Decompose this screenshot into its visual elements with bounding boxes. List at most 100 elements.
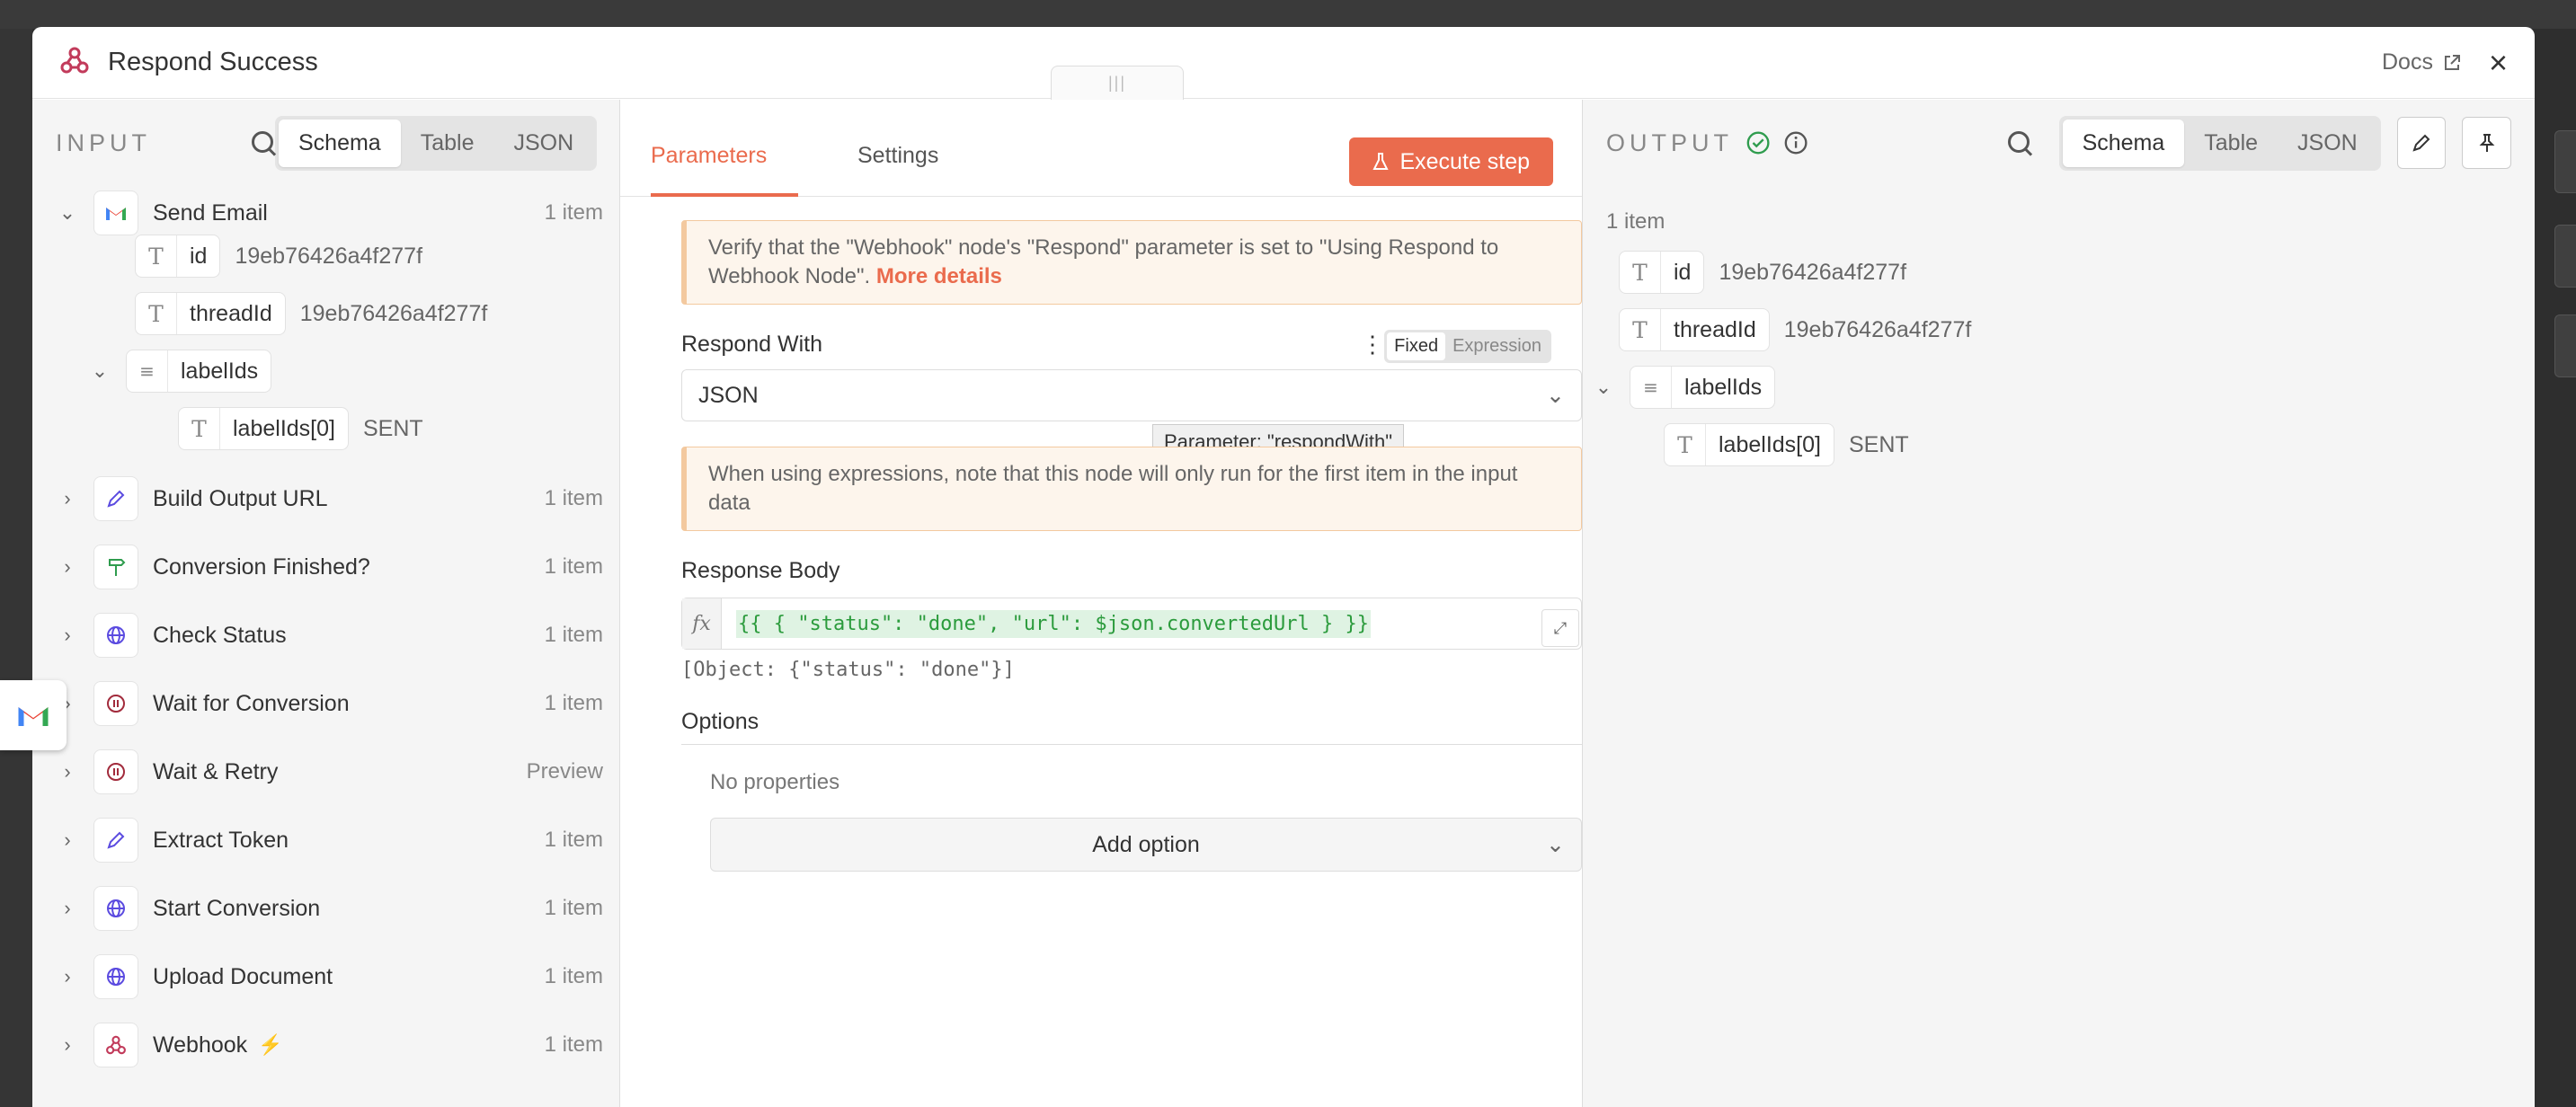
- field-pill[interactable]: TlabelIds[0]: [178, 407, 349, 450]
- chevron-right-icon[interactable]: ›: [56, 897, 79, 920]
- input-node-wait-for-conversion[interactable]: › Wait for Conversion 1 item: [32, 677, 619, 731]
- input-node-check-status[interactable]: › Check Status 1 item: [32, 608, 619, 662]
- output-field-labelids: ⌄ ≡ labelIds: [1592, 366, 1776, 409]
- search-icon[interactable]: [2006, 129, 2031, 156]
- input-node-send-email[interactable]: ⌄ Send Email 1 item: [32, 186, 619, 240]
- output-item-count: 1 item: [1606, 209, 1666, 234]
- more-options-icon[interactable]: ⋮: [1361, 331, 1384, 359]
- list-type-icon: ≡: [1630, 367, 1672, 408]
- output-tab-json[interactable]: JSON: [2278, 120, 2377, 167]
- mode-expression[interactable]: Expression: [1445, 332, 1549, 360]
- field-pill[interactable]: TthreadId: [1619, 308, 1770, 351]
- chevron-right-icon[interactable]: ›: [56, 760, 79, 784]
- chevron-right-icon[interactable]: ›: [56, 624, 79, 647]
- input-node-start-conversion[interactable]: › Start Conversion 1 item: [32, 881, 619, 935]
- response-body-expression-input[interactable]: fx {{ { "status": "done", "url": $json.c…: [681, 598, 1582, 650]
- chevron-down-icon: ⌄: [1546, 383, 1565, 408]
- field-pill[interactable]: TthreadId: [135, 292, 286, 335]
- more-details-link[interactable]: More details: [876, 264, 1002, 288]
- docs-link[interactable]: Docs: [2382, 49, 2462, 75]
- input-node-upload-document[interactable]: › Upload Document 1 item: [32, 950, 619, 1004]
- chevron-right-icon[interactable]: ›: [56, 487, 79, 510]
- output-field-id: Tid 19eb76426a4f277f: [1619, 251, 1906, 294]
- input-tab-schema[interactable]: Schema: [279, 119, 401, 167]
- docs-label: Docs: [2382, 49, 2433, 75]
- globe-icon: [93, 954, 138, 999]
- tab-settings[interactable]: Settings: [857, 143, 938, 169]
- output-tab-schema[interactable]: Schema: [2062, 119, 2185, 167]
- background-panel-tab: [2554, 314, 2576, 377]
- expand-editor-icon[interactable]: ⤢: [1541, 609, 1579, 647]
- respond-with-select[interactable]: JSON ⌄: [681, 369, 1582, 421]
- field-value: 19eb76426a4f277f: [1719, 259, 1907, 285]
- respond-with-label: Respond With: [681, 332, 823, 357]
- trigger-bolt-icon: ⚡: [258, 1033, 283, 1056]
- node-name: Send Email: [153, 199, 268, 226]
- edit-output-button[interactable]: [2396, 117, 2447, 169]
- text-type-icon: T: [1620, 252, 1661, 293]
- chevron-right-icon[interactable]: ›: [56, 965, 79, 988]
- chevron-down-icon[interactable]: ⌄: [56, 201, 79, 225]
- pin-icon: [2479, 134, 2495, 152]
- field-pill[interactable]: ≡ labelIds: [126, 350, 272, 393]
- chevron-down-icon[interactable]: ⌄: [88, 359, 111, 383]
- input-node-wait-and-retry[interactable]: › Wait & Retry Preview: [32, 745, 619, 799]
- current-node-badge[interactable]: [0, 680, 67, 750]
- node-name: Webhook: [153, 1032, 248, 1058]
- field-value: 19eb76426a4f277f: [299, 300, 488, 326]
- chevron-right-icon[interactable]: ›: [56, 555, 79, 579]
- mode-fixed[interactable]: Fixed: [1387, 332, 1446, 360]
- node-item-count: 1 item: [544, 828, 603, 852]
- pin-output-button[interactable]: [2462, 117, 2511, 169]
- expression-note-callout: When using expressions, note that this n…: [681, 447, 1582, 531]
- field-pill[interactable]: Tid: [135, 235, 221, 278]
- background-topbar: [0, 0, 2576, 29]
- output-field-threadid: TthreadId 19eb76426a4f277f: [1619, 308, 1971, 351]
- list-type-icon: ≡: [127, 350, 168, 392]
- execute-step-button[interactable]: Execute step: [1349, 137, 1553, 186]
- node-name: Wait for Conversion: [153, 690, 350, 716]
- background-panel-tab: [2554, 225, 2576, 288]
- pencil-icon: [93, 476, 138, 521]
- chevron-down-icon: ⌄: [1546, 832, 1565, 857]
- node-item-count: 1 item: [544, 486, 603, 510]
- pencil-icon: [2412, 134, 2430, 152]
- input-tab-json[interactable]: JSON: [493, 120, 593, 167]
- add-option-label: Add option: [1092, 831, 1200, 857]
- fx-icon: fx: [682, 598, 722, 649]
- input-node-conversion-finished[interactable]: › Conversion Finished? 1 item: [32, 540, 619, 594]
- background-sidebar: [0, 29, 32, 1107]
- input-tab-table[interactable]: Table: [401, 120, 494, 167]
- expression-result: [Object: {"status": "done"}]: [681, 659, 1015, 681]
- gmail-icon: [18, 707, 49, 726]
- node-item-count: 1 item: [544, 623, 603, 647]
- output-panel-header: OUTPUT Schema Table JSON: [1583, 100, 2535, 186]
- pause-icon: [93, 749, 138, 794]
- tab-parameters[interactable]: Parameters: [651, 143, 767, 169]
- input-field-labelids: ⌄ ≡ labelIds: [88, 350, 272, 393]
- node-name: Wait & Retry: [153, 758, 279, 784]
- node-item-count: Preview: [526, 759, 603, 784]
- input-node-extract-token[interactable]: › Extract Token 1 item: [32, 813, 619, 867]
- field-value: 19eb76426a4f277f: [1783, 316, 1972, 342]
- text-type-icon: T: [1620, 309, 1661, 350]
- field-pill[interactable]: TlabelIds[0]: [1664, 423, 1834, 466]
- chevron-right-icon[interactable]: ›: [56, 1033, 79, 1057]
- field-pill[interactable]: Tid: [1619, 251, 1705, 294]
- field-pill[interactable]: ≡ labelIds: [1630, 366, 1776, 409]
- input-node-webhook[interactable]: › Webhook ⚡ 1 item: [32, 1018, 619, 1072]
- background-panel-tab: [2554, 130, 2576, 193]
- node-name: Upload Document: [153, 963, 333, 989]
- panel-drag-handle[interactable]: |||: [1051, 66, 1184, 100]
- node-item-count: 1 item: [544, 1032, 603, 1057]
- info-icon[interactable]: [1783, 129, 1808, 156]
- output-tab-table[interactable]: Table: [2184, 120, 2278, 167]
- input-node-build-output-url[interactable]: › Build Output URL 1 item: [32, 472, 619, 526]
- close-icon[interactable]: ×: [2489, 46, 2508, 79]
- chevron-down-icon[interactable]: ⌄: [1592, 376, 1615, 399]
- add-option-button[interactable]: Add option ⌄: [710, 818, 1582, 872]
- input-panel: INPUT Schema Table JSON ⌄ Send Email 1 i…: [32, 100, 620, 1107]
- node-item-count: 1 item: [544, 200, 603, 225]
- node-details-modal: Respond Success Docs × ||| INPUT Schema …: [32, 27, 2535, 1107]
- chevron-right-icon[interactable]: ›: [56, 828, 79, 852]
